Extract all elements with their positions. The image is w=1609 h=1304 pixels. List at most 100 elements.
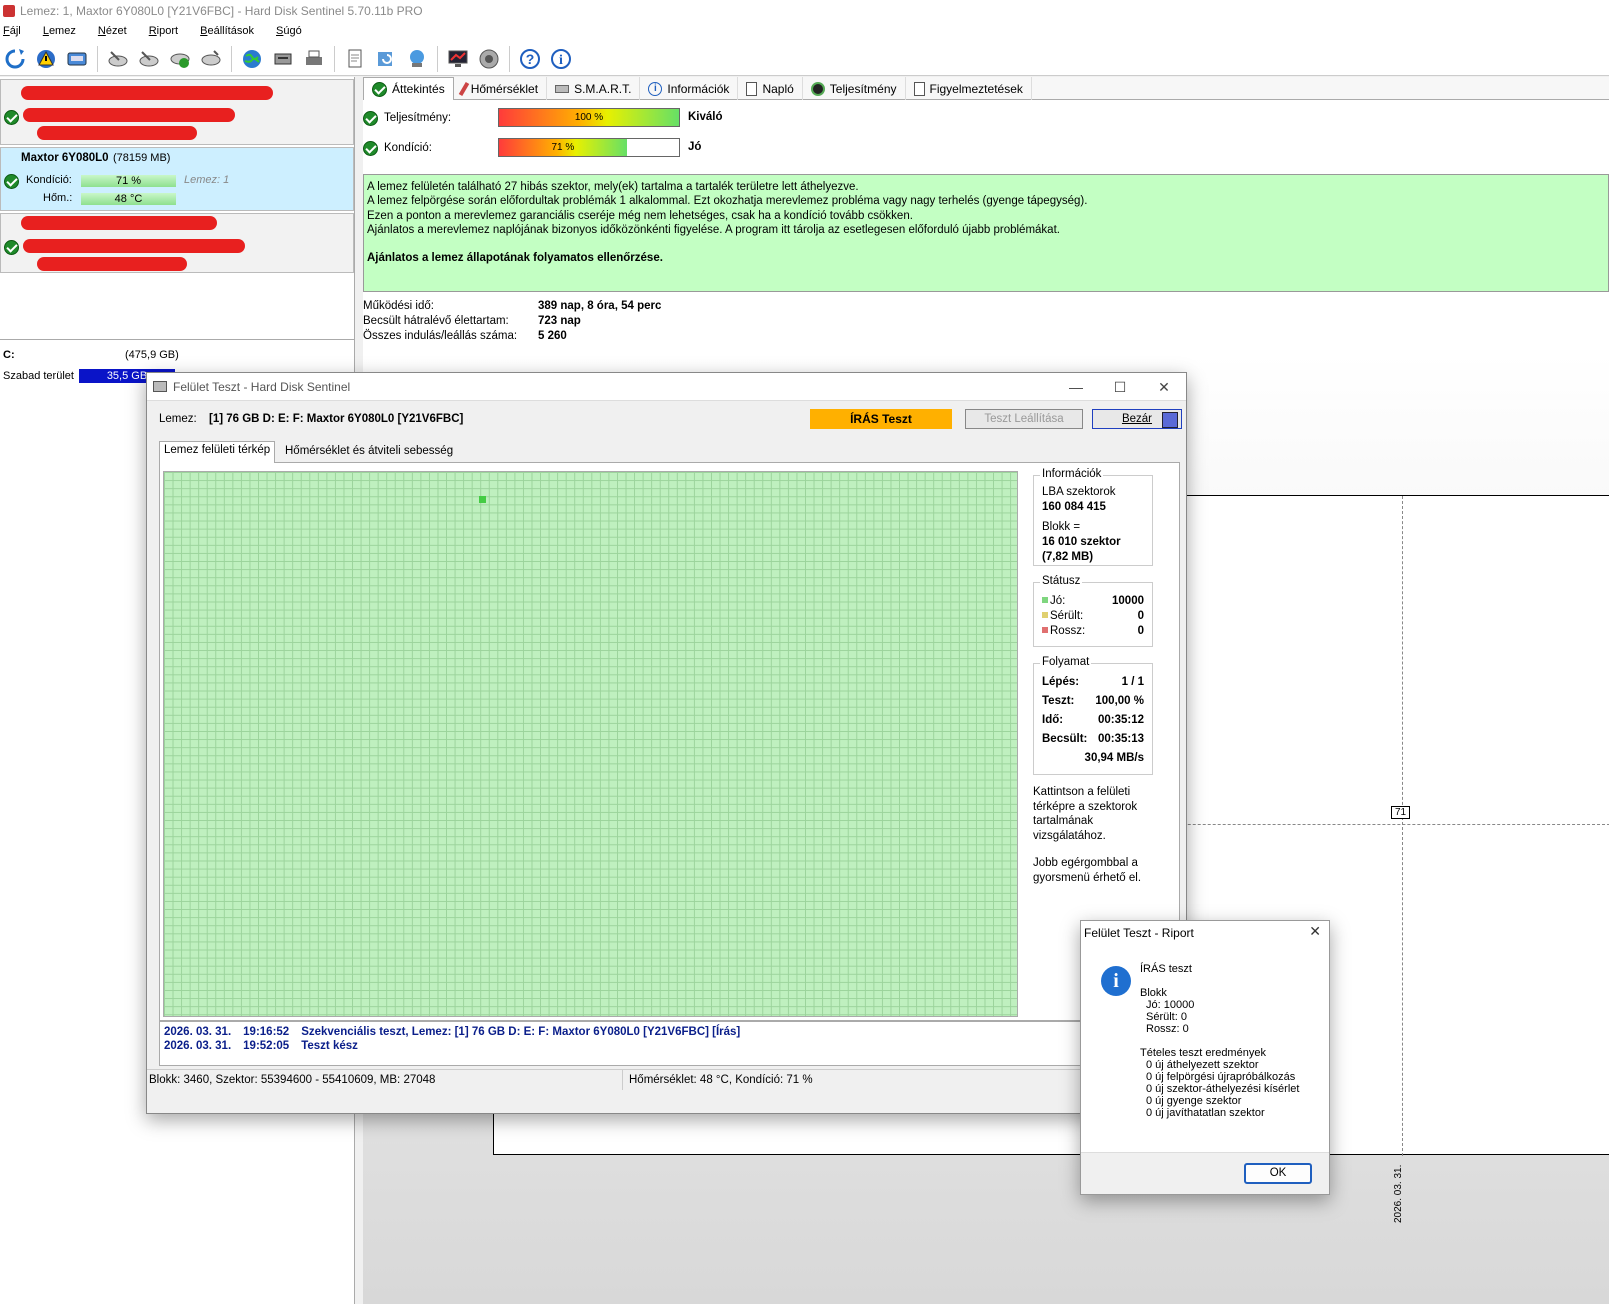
tab-performance[interactable]: Teljesítmény [803, 77, 906, 100]
log-date: 2026. 03. 31. [164, 1026, 232, 1038]
status-ok-icon [4, 240, 19, 255]
progress-group-title: Folyamat [1040, 656, 1092, 668]
message-line: Ajánlatos a merevlemez naplójának bizony… [367, 223, 1060, 236]
disk-icon[interactable] [64, 46, 90, 72]
free-space-label: Szabad terület [3, 370, 74, 382]
window-titlebar: Lemez: 1, Maxtor 6Y080L0 [Y21V6FBC] - Ha… [0, 0, 1609, 22]
thermometer-icon [458, 81, 469, 96]
tab-surface-map[interactable]: Lemez felületi térkép [159, 441, 276, 463]
status-value: 0 [1137, 625, 1144, 637]
tab-label: Figyelmeztetések [929, 81, 1023, 96]
window-title: Lemez: 1, Maxtor 6Y080L0 [Y21V6FBC] - Ha… [20, 4, 423, 18]
tab-temperature[interactable]: Hőmérséklet [454, 77, 548, 100]
status-label: Jó: [1050, 595, 1066, 607]
maximize-button[interactable]: ☐ [1098, 373, 1142, 401]
redaction-mark [37, 257, 187, 271]
performance-bar-fill: 100 % [499, 109, 679, 126]
log-entry: 2026. 03. 31. 19:52:05 Teszt kész [164, 1039, 1175, 1053]
help-icon[interactable]: ? [517, 46, 543, 72]
stat-label: Működési idő: [363, 300, 434, 312]
refresh-icon[interactable] [2, 46, 28, 72]
save-icon[interactable] [1162, 412, 1178, 428]
network-icon[interactable] [404, 46, 430, 72]
disk-name: Maxtor 6Y080L0 [21, 152, 109, 164]
minimize-button[interactable]: — [1054, 373, 1098, 401]
report-icon[interactable] [342, 46, 368, 72]
stat-label: Becsült hátralévő élettartam: [363, 315, 509, 327]
tab-information[interactable]: i Információk [640, 77, 739, 100]
message-line: A lemez felületén található 27 hibás sze… [367, 181, 859, 193]
report-result: 0 új szektor-áthelyezési kísérlet [1146, 1083, 1300, 1095]
gauge-icon [810, 81, 825, 96]
disk-ok-icon[interactable] [167, 46, 193, 72]
disk-test-icon[interactable] [136, 46, 162, 72]
progress-value: 00:35:12 [1097, 714, 1144, 726]
message-line: Ezen a ponton a merevlemez garanciális c… [367, 209, 913, 222]
stat-lifetime: Becsült hátralévő élettartam: 723 nap [363, 315, 581, 327]
redaction-mark [23, 108, 235, 122]
redaction-mark [21, 216, 217, 230]
tab-smart[interactable]: S.M.A.R.T. [547, 77, 641, 100]
ok-button[interactable]: OK [1244, 1163, 1312, 1184]
toolbar: ? i [0, 42, 1609, 76]
redaction-mark [21, 86, 273, 100]
server-icon[interactable] [270, 46, 296, 72]
progress-label: Lépés: [1042, 676, 1080, 688]
sync-icon[interactable] [373, 46, 399, 72]
globe-icon[interactable] [239, 46, 265, 72]
info-icon[interactable]: i [548, 46, 574, 72]
report-dialog-title: Felület Teszt - Riport [1084, 926, 1194, 940]
report-result: 0 új felpörgési újrapróbálkozás [1146, 1071, 1296, 1083]
tab-label: Hőmérséklet [470, 81, 539, 96]
warning-icon[interactable] [33, 46, 59, 72]
tab-temperature-speed[interactable]: Hőmérséklet és átviteli sebesség [281, 443, 457, 459]
stat-power-on: Működési idő: 389 nap, 8 óra, 54 perc [363, 300, 661, 312]
redaction-mark [37, 126, 197, 140]
menu-file[interactable]: Fájl [0, 22, 25, 37]
stat-start-stop: Összes indulás/leállás száma: 5 260 [363, 330, 567, 342]
disk-size: (78159 MB) [113, 152, 171, 164]
menu-settings[interactable]: Beállítások [197, 22, 258, 37]
disk-card-redacted-2[interactable] [0, 213, 354, 273]
progress-speed: 30,94 MB/s [1084, 752, 1144, 764]
block-label: Blokk = [1042, 521, 1081, 533]
disk-test-icon[interactable] [105, 46, 131, 72]
stop-test-button[interactable]: Teszt Leállítása [965, 409, 1083, 429]
printer-icon[interactable] [301, 46, 327, 72]
surface-block-grid[interactable] [163, 471, 1018, 1017]
toolbar-separator [437, 45, 438, 72]
tab-overview[interactable]: Áttekintés [363, 77, 454, 100]
monitor-icon[interactable] [445, 46, 471, 72]
close-icon[interactable]: ✕ [1142, 373, 1186, 401]
menu-disk[interactable]: Lemez [40, 22, 80, 37]
tab-log[interactable]: Napló [738, 77, 803, 100]
tab-alerts[interactable]: Figyelmeztetések [906, 77, 1032, 100]
report-bad: Rossz: 0 [1146, 1023, 1189, 1035]
svg-text:i: i [559, 53, 563, 68]
report-result: 0 új javíthatatlan szektor [1146, 1107, 1265, 1119]
main-tabs: Áttekintés Hőmérséklet S.M.A.R.T. i Infor… [363, 77, 1609, 100]
app-icon [3, 5, 15, 17]
menu-view[interactable]: Nézet [95, 22, 131, 37]
toolbar-separator [334, 45, 335, 72]
tab-label: Napló [762, 81, 794, 96]
disk-tool-icon[interactable] [198, 46, 224, 72]
report-block-title: Blokk [1140, 987, 1167, 999]
progress-step-row: Lépés: 1 / 1 [1042, 676, 1144, 688]
progress-value: 1 / 1 [1121, 676, 1144, 688]
status-group-title: Státusz [1040, 575, 1083, 587]
message-line: A lemez felpörgése során előfordultak pr… [367, 195, 1088, 208]
progress-est-row: Becsült: 00:35:13 [1042, 733, 1144, 745]
status-good-row: Jó: 10000 [1042, 595, 1144, 607]
status-value: 0 [1137, 610, 1144, 622]
disk-card-maxtor[interactable]: Maxtor 6Y080L0 (78159 MB) Kondíció: 71 %… [0, 147, 354, 211]
speaker-icon[interactable] [476, 46, 502, 72]
test-log: 2026. 03. 31. 19:16:52 Szekvenciális teszt… [159, 1021, 1180, 1066]
disk-card-redacted-1[interactable] [0, 79, 354, 145]
condition-text: Jó [688, 141, 702, 153]
close-icon[interactable]: ✕ [1309, 923, 1321, 940]
menu-report[interactable]: Riport [146, 22, 182, 37]
menu-help[interactable]: Súgó [273, 22, 306, 37]
report-results-title: Tételes teszt eredmények [1140, 1047, 1266, 1059]
info-icon: i [648, 81, 663, 96]
